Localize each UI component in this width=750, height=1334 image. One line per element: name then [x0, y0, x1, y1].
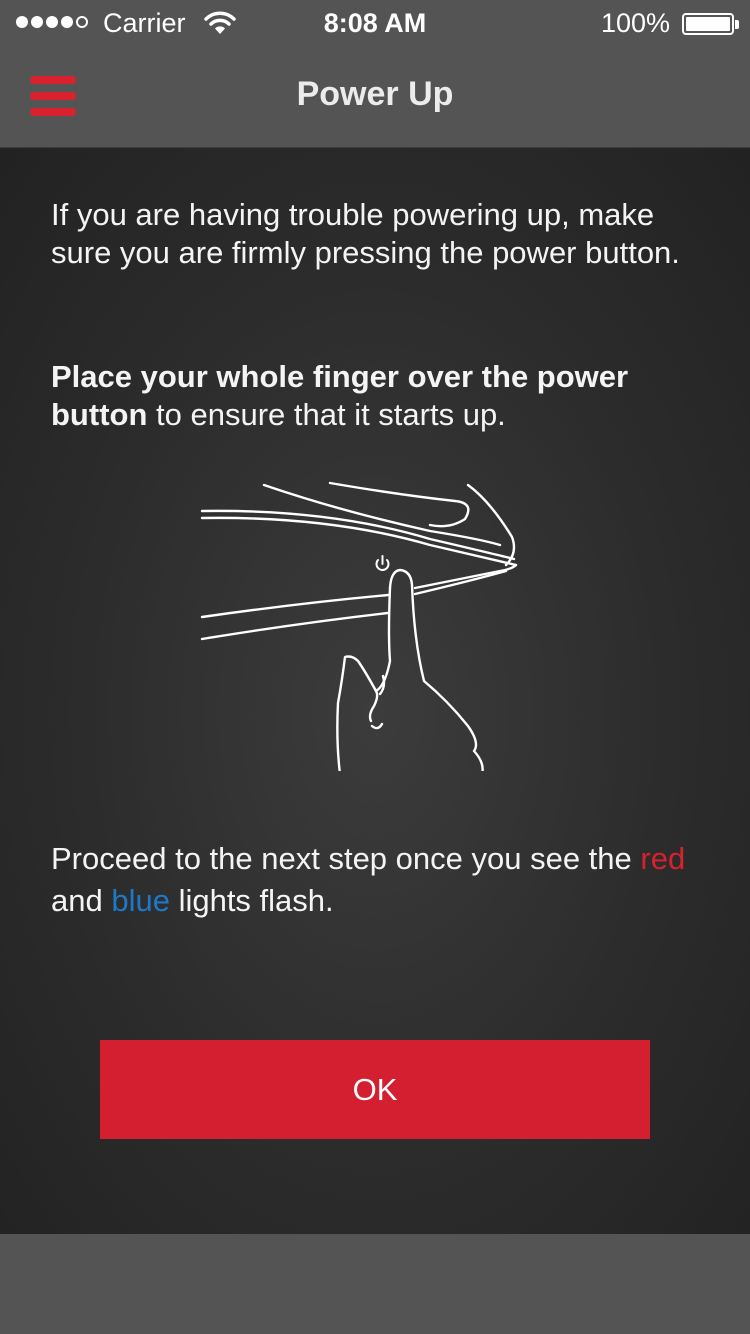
proceed-text-mid: and — [51, 883, 112, 918]
finger-pressing-power-button-illustration — [200, 481, 518, 771]
instruction-content: If you are having trouble powering up, m… — [0, 148, 750, 1234]
finger-instruction-rest: to ensure that it starts up. — [147, 397, 506, 432]
status-bar: Carrier 8:08 AM 100% — [0, 0, 750, 48]
ok-button[interactable]: OK — [100, 1040, 650, 1139]
bottom-bar — [0, 1234, 750, 1334]
trouble-paragraph: If you are having trouble powering up, m… — [51, 197, 680, 270]
battery-level — [686, 17, 730, 31]
battery-percent: 100% — [600, 8, 670, 38]
finger-paragraph: Place your whole finger over the power b… — [51, 358, 691, 434]
proceed-text-end: lights flash. — [169, 883, 334, 918]
blue-light-word: blue — [111, 883, 170, 918]
page-title: Power Up — [296, 75, 454, 113]
battery-tip — [735, 20, 739, 29]
red-light-word: red — [640, 841, 686, 876]
battery-icon — [682, 13, 734, 35]
navigation-bar: Power Up — [0, 48, 750, 148]
proceed-paragraph: Proceed to the next step once you see th… — [51, 838, 691, 922]
proceed-text-start: Proceed to the next step once you see th… — [51, 841, 641, 876]
